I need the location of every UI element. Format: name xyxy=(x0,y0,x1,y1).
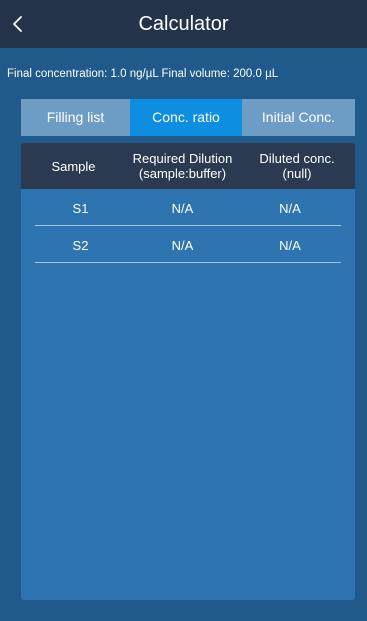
cell-sample: S1 xyxy=(72,200,89,216)
table-header: Sample Required Dilution (sample:buffer)… xyxy=(21,143,355,189)
tab-bar: Filling list Conc. ratio Initial Conc. xyxy=(21,99,355,136)
app-bar: Calculator xyxy=(0,0,367,48)
page-title: Calculator xyxy=(138,13,229,35)
cell-required-dilution: N/A xyxy=(171,200,194,216)
tab-initial-conc[interactable]: Initial Conc. xyxy=(242,99,355,136)
tab-filling-list[interactable]: Filling list xyxy=(21,99,130,136)
results-panel: Sample Required Dilution (sample:buffer)… xyxy=(21,143,355,600)
cell-diluted-conc: N/A xyxy=(279,200,301,216)
cell-required-dilution: N/A xyxy=(171,237,194,253)
cell-diluted-conc: N/A xyxy=(279,237,301,253)
table-row[interactable]: S2 N/A N/A xyxy=(35,228,341,263)
table-row[interactable]: S1 N/A N/A xyxy=(35,191,341,226)
column-header-required-dilution: Required Dilution (sample:buffer) xyxy=(132,151,233,181)
column-header-diluted-conc: Diluted conc. (null) xyxy=(259,151,335,181)
cell-sample: S2 xyxy=(72,237,89,253)
column-header-sample: Sample xyxy=(51,158,96,174)
tab-conc-ratio[interactable]: Conc. ratio xyxy=(130,99,242,136)
final-settings-text: Final concentration: 1.0 ng/µL Final vol… xyxy=(7,68,279,80)
